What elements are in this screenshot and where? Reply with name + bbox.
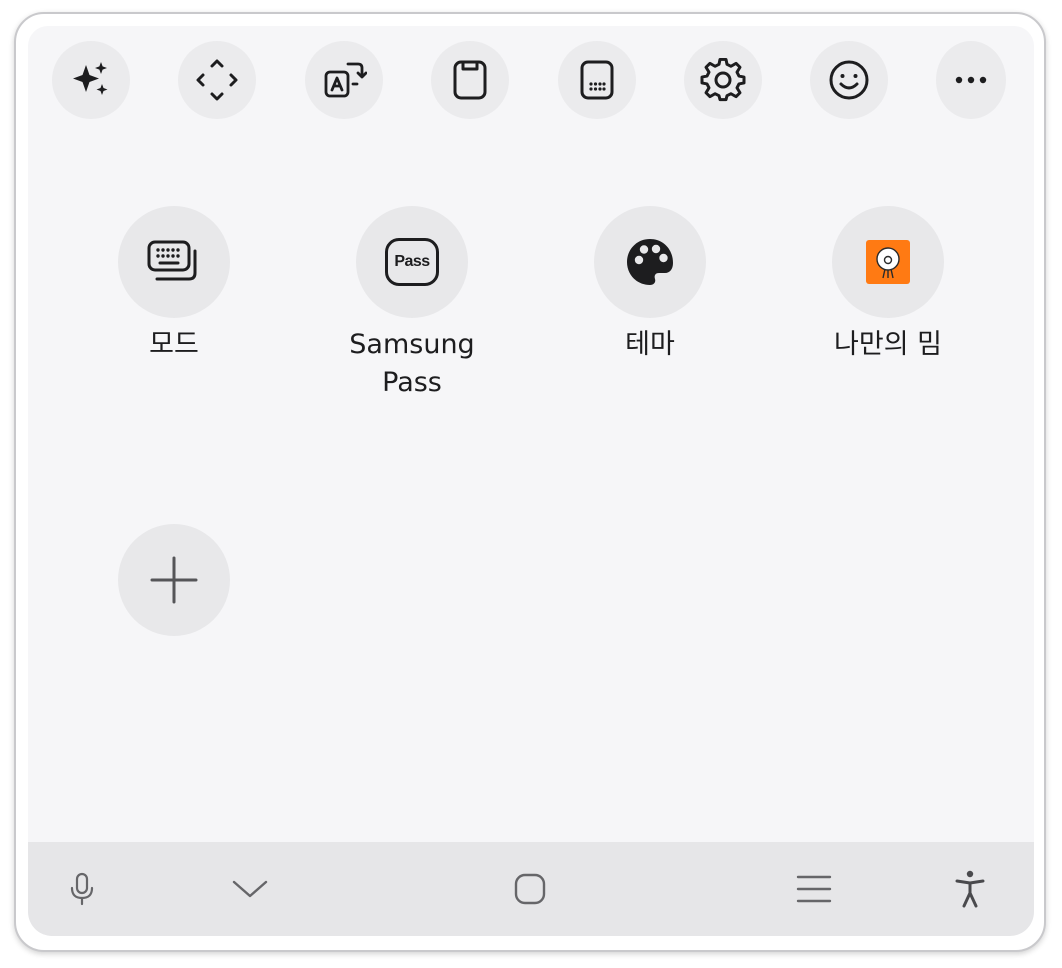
grid-item-circle [594, 206, 706, 318]
my-meme-icon [866, 240, 910, 284]
chevron-down-icon [232, 880, 268, 898]
keyboard-options-panel: 모드 Pass Samsung Pass 테마 나만의 밈 [28, 26, 1034, 936]
more-options-button[interactable] [936, 41, 1006, 119]
recents-button[interactable] [784, 864, 844, 914]
sparkle-icon [73, 62, 108, 95]
plus-icon [150, 556, 198, 604]
grid-item-circle: Pass [356, 206, 468, 318]
microphone-icon [70, 872, 94, 906]
hide-keyboard-button[interactable] [220, 864, 280, 914]
grid-item-circle [118, 206, 230, 318]
grid-item-circle [118, 524, 230, 636]
home-icon [514, 873, 546, 905]
keyboard-size-button[interactable] [558, 41, 636, 119]
grid-item-label: 모드 [149, 329, 199, 360]
keyboard-mode-icon [147, 240, 197, 281]
navigation-bar [28, 842, 1034, 936]
palette-icon [627, 239, 673, 285]
gear-icon [700, 57, 746, 102]
grid-item-label: 나만의 밈 [834, 329, 942, 360]
keyboard-size-icon [580, 60, 614, 100]
more-icon [955, 76, 987, 84]
translate-button[interactable] [305, 41, 383, 119]
emoji-icon [829, 60, 869, 100]
settings-button[interactable] [684, 41, 762, 119]
recents-icon [796, 875, 832, 903]
meme-character-icon [876, 247, 900, 279]
emoji-button[interactable] [810, 41, 888, 119]
grid-item-label: 테마 [625, 329, 675, 360]
clipboard-button[interactable] [431, 41, 509, 119]
ai-features-button[interactable] [52, 41, 130, 119]
translate-icon [324, 62, 367, 98]
grid-item-theme[interactable]: 테마 [550, 206, 750, 364]
move-keyboard-button[interactable] [178, 41, 256, 119]
grid-item-circle [832, 206, 944, 318]
samsung-pass-icon: Pass [385, 238, 439, 286]
arrows-move-icon [196, 59, 238, 101]
grid-item-label: Samsung Pass [349, 329, 475, 398]
add-item-button[interactable] [74, 524, 274, 636]
grid-item-mode[interactable]: 모드 [74, 206, 274, 364]
samsung-pass-icon-text: Pass [394, 253, 430, 270]
voice-input-button[interactable] [52, 864, 112, 914]
home-button[interactable] [500, 864, 560, 914]
accessibility-icon [955, 870, 985, 908]
grid-item-samsung-pass[interactable]: Pass Samsung Pass [312, 206, 512, 402]
grid-item-my-meme[interactable]: 나만의 밈 [788, 206, 988, 364]
clipboard-icon [453, 60, 487, 100]
accessibility-button[interactable] [940, 864, 1000, 914]
